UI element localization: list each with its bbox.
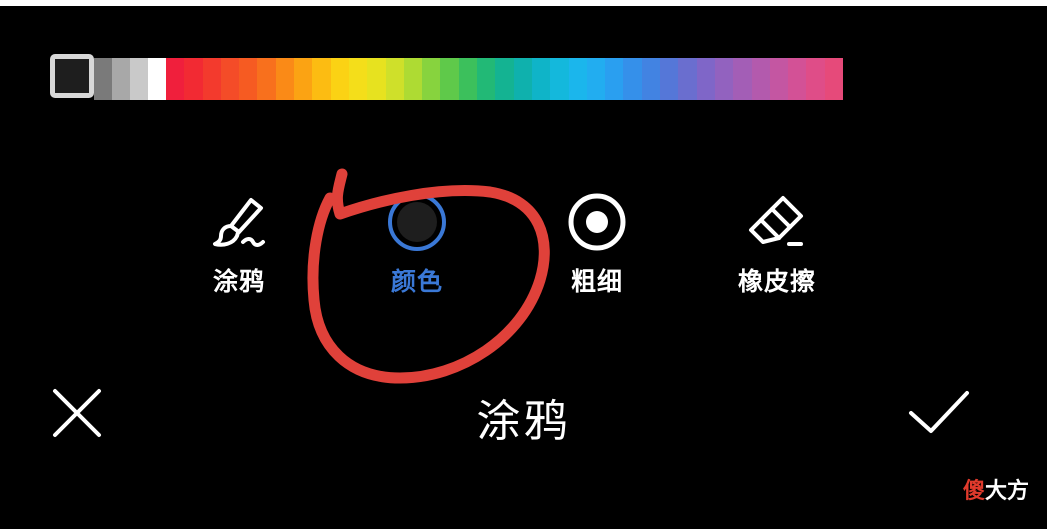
color-swatch[interactable] (348, 58, 368, 100)
color-swatch[interactable] (586, 58, 606, 100)
color-swatch[interactable] (440, 58, 459, 100)
color-swatch[interactable] (824, 58, 843, 100)
color-swatch[interactable] (788, 58, 807, 100)
color-swatch[interactable] (257, 58, 276, 100)
color-swatch[interactable] (568, 58, 587, 100)
color-swatch[interactable] (112, 58, 130, 100)
color-dot-icon (388, 193, 446, 251)
watermark: 傻大方 (956, 471, 1035, 507)
tool-doodle[interactable]: 涂鸦 (184, 192, 294, 302)
color-swatch[interactable] (275, 58, 295, 100)
color-palette[interactable] (50, 54, 843, 100)
color-swatch[interactable] (130, 58, 148, 100)
color-swatch[interactable] (330, 58, 349, 100)
color-swatch[interactable] (531, 58, 551, 100)
bottom-title: 涂鸦 (476, 396, 571, 447)
tool-color-label: 颜色 (390, 267, 443, 296)
color-swatch-selected[interactable] (50, 54, 94, 98)
color-swatch[interactable] (422, 58, 441, 100)
color-swatch[interactable] (660, 58, 679, 100)
top-border (0, 0, 1047, 6)
tool-eraser[interactable]: 橡皮擦 (722, 192, 832, 302)
color-swatch[interactable] (769, 58, 789, 100)
color-swatch[interactable] (477, 58, 496, 100)
color-swatch[interactable] (513, 58, 532, 100)
color-swatch[interactable] (385, 58, 404, 100)
tool-doodle-label: 涂鸦 (212, 267, 265, 296)
tool-color[interactable]: 颜色 (362, 192, 472, 302)
doodle-editor: 涂鸦 颜色 粗细 橡皮擦 涂鸦 傻大方 (0, 0, 1047, 529)
tool-size[interactable]: 粗细 (542, 192, 652, 302)
color-swatch[interactable] (714, 58, 734, 100)
color-swatch[interactable] (166, 58, 185, 100)
color-swatch[interactable] (403, 58, 423, 100)
color-swatch[interactable] (696, 58, 715, 100)
tool-eraser-label: 橡皮擦 (737, 267, 816, 296)
color-swatch[interactable] (202, 58, 221, 100)
color-swatch[interactable] (641, 58, 661, 100)
tool-size-label: 粗细 (570, 267, 623, 296)
color-swatch[interactable] (94, 58, 112, 100)
checkmark-icon (909, 391, 969, 433)
color-swatch[interactable] (733, 58, 752, 100)
color-swatch[interactable] (148, 58, 166, 100)
stroke-size-icon (568, 193, 626, 251)
color-swatch[interactable] (184, 58, 203, 100)
confirm-button[interactable] (907, 383, 969, 443)
watermark-part1: 傻 (962, 479, 985, 504)
color-swatch[interactable] (220, 58, 240, 100)
color-swatch[interactable] (495, 58, 514, 100)
brush-icon (213, 198, 265, 247)
watermark-part2: 大方 (984, 479, 1029, 504)
color-swatch[interactable] (623, 58, 642, 100)
color-swatch[interactable] (367, 58, 386, 100)
color-swatch[interactable] (605, 58, 624, 100)
color-swatch[interactable] (550, 58, 569, 100)
color-swatch[interactable] (312, 58, 331, 100)
eraser-icon (749, 196, 803, 246)
color-swatch[interactable] (806, 58, 825, 100)
color-swatch[interactable] (751, 58, 770, 100)
color-swatch[interactable] (294, 58, 313, 100)
color-swatch[interactable] (239, 58, 258, 100)
color-swatch[interactable] (458, 58, 478, 100)
color-swatch[interactable] (678, 58, 697, 100)
